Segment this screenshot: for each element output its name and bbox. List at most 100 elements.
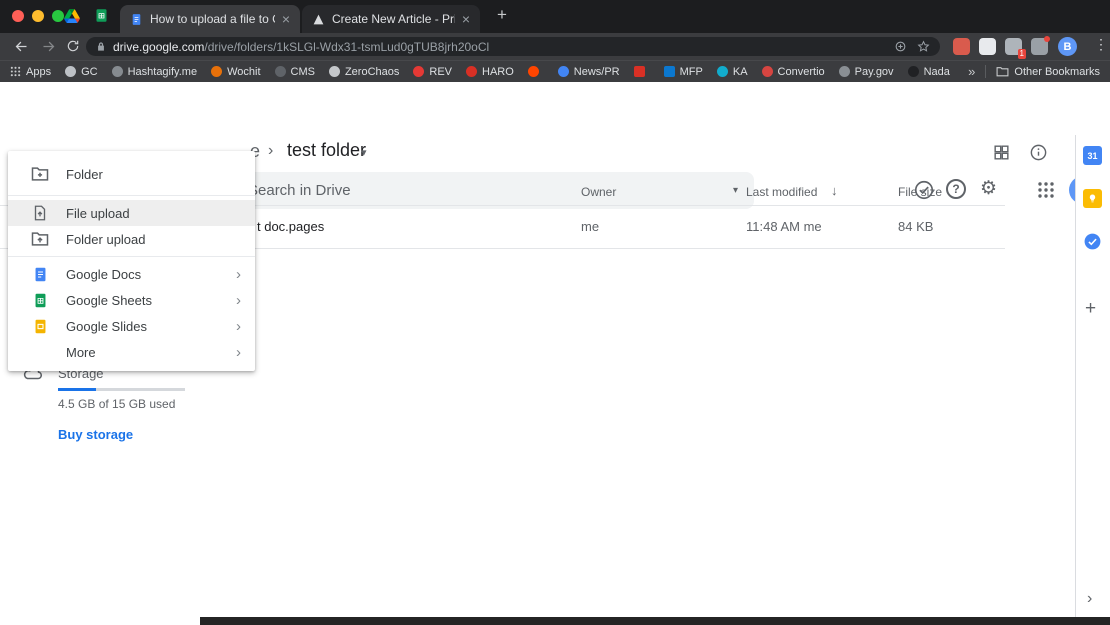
bookmark-item[interactable]: MFP xyxy=(664,66,703,78)
file-upload-icon xyxy=(30,204,50,222)
browser-menu-icon[interactable]: ⋮ xyxy=(1094,36,1108,53)
bookmark-item[interactable]: Hashtagify.me xyxy=(112,66,198,78)
bookmarks-overflow-chevron[interactable]: » xyxy=(968,64,975,79)
window-zoom-button[interactable] xyxy=(52,10,64,22)
menu-item-file-upload[interactable]: File upload xyxy=(8,200,255,226)
column-header-file-size[interactable]: File size xyxy=(898,185,942,199)
sort-direction-icon[interactable]: ↓ xyxy=(831,183,838,198)
bookmark-item[interactable]: GC xyxy=(65,66,98,78)
extension-icon-1[interactable] xyxy=(953,38,970,55)
browser-tab-active[interactable]: How to upload a file to Google D × xyxy=(120,5,300,33)
storage-progress-fill xyxy=(58,388,96,391)
bookmark-label: KA xyxy=(733,66,748,78)
drive-header: Drive ▾ ? ⚙ B xyxy=(0,82,1110,136)
add-addon-button[interactable]: + xyxy=(1085,298,1096,320)
bookmark-item[interactable]: REV xyxy=(413,66,452,78)
browser-tab-strip: How to upload a file to Google D × Creat… xyxy=(0,0,1110,33)
omnibox-action-icon[interactable] xyxy=(894,40,907,53)
bookmark-item[interactable] xyxy=(528,66,544,77)
bookmark-label: GC xyxy=(81,66,98,78)
bookmark-label: CMS xyxy=(291,66,315,78)
docs-favicon-icon xyxy=(130,13,143,26)
workspace-side-panel: 31 + › xyxy=(1075,135,1110,617)
menu-item-google-slides[interactable]: Google Slides › xyxy=(8,313,255,339)
menu-item-label: Folder xyxy=(66,167,241,182)
buy-storage-button[interactable]: Buy storage xyxy=(58,427,133,442)
menu-item-google-sheets[interactable]: Google Sheets › xyxy=(8,287,255,313)
bookmark-item[interactable] xyxy=(634,66,650,77)
forward-button[interactable] xyxy=(41,39,56,54)
menu-item-folder-upload[interactable]: Folder upload xyxy=(8,226,255,252)
browser-tab[interactable]: Create New Article - Prism × xyxy=(302,5,480,33)
google-apps-grid-icon[interactable] xyxy=(1037,181,1055,199)
bookmark-item[interactable]: HARO xyxy=(466,66,514,78)
column-header-owner[interactable]: Owner xyxy=(581,185,616,199)
bookmark-item[interactable]: Nada xyxy=(908,66,950,78)
favicon xyxy=(717,66,728,77)
storage-progress-bar xyxy=(58,388,185,391)
keep-icon[interactable] xyxy=(1083,189,1102,208)
side-panel-expand-icon[interactable]: › xyxy=(1087,590,1092,608)
breadcrumb-menu-caret-icon[interactable]: ▾ xyxy=(361,146,367,159)
menu-item-more[interactable]: More › xyxy=(8,339,255,365)
submenu-chevron-icon: › xyxy=(236,344,241,361)
settings-gear-icon[interactable]: ⚙ xyxy=(980,177,997,200)
folder-icon xyxy=(996,66,1009,77)
tab-close-icon[interactable]: × xyxy=(462,12,470,26)
calendar-icon[interactable]: 31 xyxy=(1083,146,1102,165)
extension-icon-3[interactable]: 1 xyxy=(1005,38,1022,55)
menu-item-label: More xyxy=(66,345,220,360)
menu-item-label: Google Sheets xyxy=(66,293,220,308)
prism-favicon-icon xyxy=(312,13,325,26)
submenu-chevron-icon: › xyxy=(236,266,241,283)
pinned-tab-sheets-icon[interactable] xyxy=(94,8,109,23)
favicon xyxy=(275,66,286,77)
bookmark-label: Pay.gov xyxy=(855,66,894,78)
window-controls xyxy=(12,10,64,22)
bookmark-item-apps[interactable]: Apps xyxy=(10,66,51,78)
mail-favicon xyxy=(634,66,645,77)
window-close-button[interactable] xyxy=(12,10,24,22)
bookmark-label: News/PR xyxy=(574,66,620,78)
bookmarks-divider xyxy=(985,65,986,78)
bookmark-item[interactable]: CMS xyxy=(275,66,315,78)
back-button[interactable] xyxy=(14,39,29,54)
menu-item-label: Google Slides xyxy=(66,319,220,334)
submenu-chevron-icon: › xyxy=(236,318,241,335)
bookmark-item[interactable]: KA xyxy=(717,66,748,78)
info-panel-icon[interactable] xyxy=(1029,143,1048,162)
drive-search-bar[interactable]: ▾ xyxy=(200,172,754,209)
tab-close-icon[interactable]: × xyxy=(282,12,290,26)
grid-view-toggle-icon[interactable] xyxy=(992,143,1011,162)
search-options-caret-icon[interactable]: ▾ xyxy=(733,185,738,196)
extension-icon-4[interactable] xyxy=(1031,38,1048,55)
menu-item-label: Folder upload xyxy=(66,232,241,247)
window-minimize-button[interactable] xyxy=(32,10,44,22)
bookmark-star-icon[interactable] xyxy=(917,40,930,53)
menu-item-folder[interactable]: Folder xyxy=(8,157,255,191)
search-input[interactable] xyxy=(248,182,720,199)
other-bookmarks-button[interactable]: Other Bookmarks xyxy=(996,66,1100,78)
bookmark-item[interactable]: Convertio xyxy=(762,66,825,78)
new-tab-button[interactable]: + xyxy=(497,5,507,25)
bookmark-item[interactable]: News/PR xyxy=(558,66,620,78)
breadcrumb-current-folder[interactable]: test folder xyxy=(287,140,366,161)
help-icon[interactable]: ? xyxy=(946,179,966,199)
favicon xyxy=(65,66,76,77)
reload-button[interactable] xyxy=(66,39,80,53)
address-bar[interactable]: drive.google.com/drive/folders/1kSLGl-Wd… xyxy=(86,37,940,56)
bookmark-item[interactable]: Pay.gov xyxy=(839,66,894,78)
menu-item-google-docs[interactable]: Google Docs › xyxy=(8,261,255,287)
desktop-dock-strip xyxy=(200,617,1110,625)
extension-badge: 1 xyxy=(1018,49,1026,59)
google-sheets-icon xyxy=(30,292,50,309)
bookmark-label: ZeroChaos xyxy=(345,66,399,78)
tasks-icon[interactable] xyxy=(1083,232,1102,251)
bookmark-item[interactable]: Wochit xyxy=(211,66,260,78)
pinned-tab-drive-icon[interactable] xyxy=(64,9,80,23)
menu-item-label: Google Docs xyxy=(66,267,220,282)
extension-icon-2[interactable] xyxy=(979,38,996,55)
column-header-last-modified[interactable]: Last modified xyxy=(746,185,817,199)
browser-profile-avatar[interactable]: B xyxy=(1058,37,1077,56)
bookmark-item[interactable]: ZeroChaos xyxy=(329,66,399,78)
